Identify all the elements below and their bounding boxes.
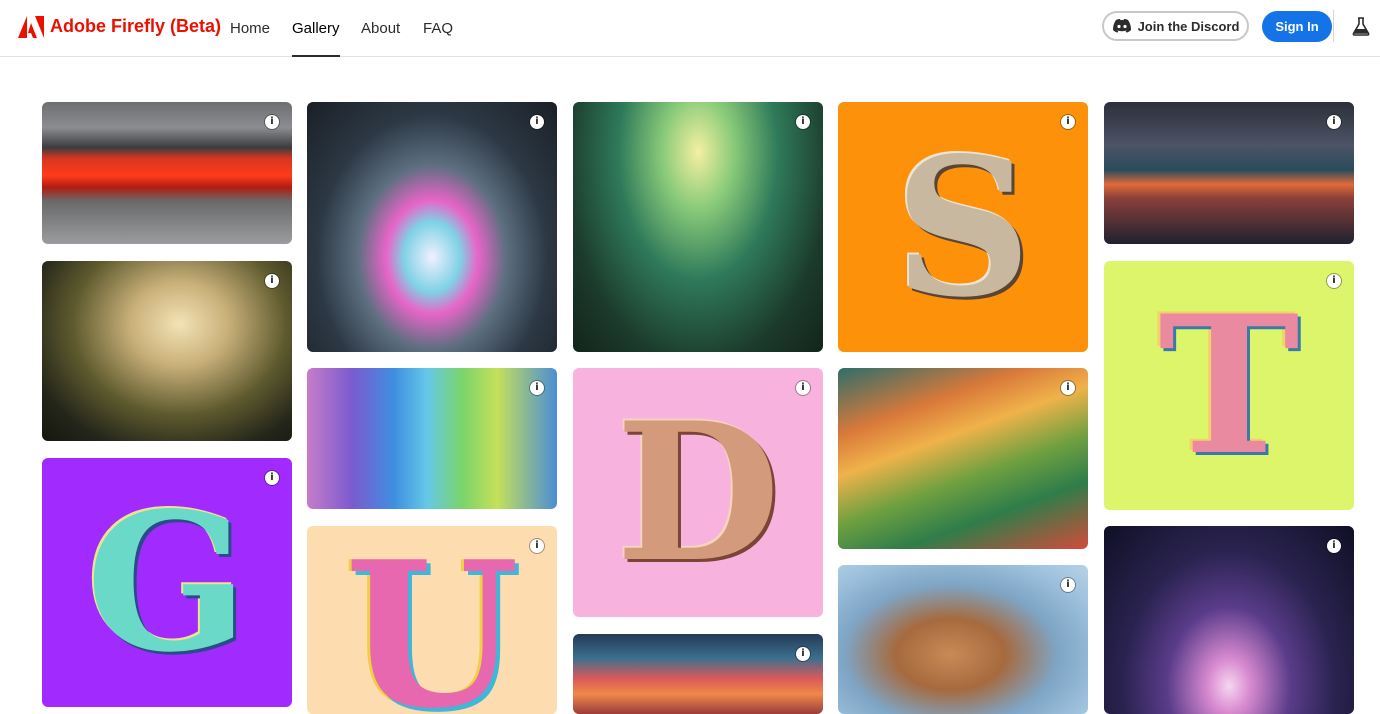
gallery-tile-jungle-flowers[interactable]: i (573, 102, 823, 352)
beaker-icon[interactable] (1352, 17, 1370, 36)
brand-title[interactable]: Adobe Firefly (Beta) (50, 16, 221, 37)
gallery-tile-retro-futuristic-city[interactable]: i (573, 634, 823, 714)
gallery-tile-letter-g-snakeskin[interactable]: G i (42, 458, 292, 707)
gallery-tile-night-lake-buildings[interactable]: i (1104, 102, 1354, 244)
letter-d-art: D (615, 381, 781, 604)
info-icon[interactable]: i (796, 647, 810, 661)
nav-faq[interactable]: FAQ (423, 20, 453, 58)
info-icon[interactable]: i (1327, 274, 1341, 288)
info-icon[interactable]: i (530, 381, 544, 395)
info-icon[interactable]: i (1327, 115, 1341, 129)
info-icon[interactable]: i (1061, 381, 1075, 395)
gallery-tile-letter-t-flowers[interactable]: T i (1104, 261, 1354, 510)
nav-gallery[interactable]: Gallery (292, 20, 340, 58)
info-icon[interactable]: i (530, 115, 544, 129)
nav-about[interactable]: About (361, 20, 400, 58)
gallery-tile-rainbow-owls[interactable]: i (307, 368, 557, 509)
gallery-tile-red-abstract-painting[interactable]: i (42, 102, 292, 244)
adobe-logo-icon[interactable] (18, 16, 44, 38)
gallery-tile-plants-window[interactable]: i (42, 261, 292, 441)
info-icon[interactable]: i (796, 115, 810, 129)
letter-g-art: G (85, 471, 249, 694)
gallery-tile-dog-guitar[interactable]: i (838, 565, 1088, 714)
gallery-tile-colorful-smoke-warehouse[interactable]: i (307, 102, 557, 352)
nav-home[interactable]: Home (230, 20, 270, 58)
info-icon[interactable]: i (265, 274, 279, 288)
gallery-tile-letter-d-balloon[interactable]: D i (573, 368, 823, 617)
gallery-tile-lowpoly-camping-tent[interactable]: i (838, 368, 1088, 549)
header-divider (1333, 10, 1334, 42)
info-icon[interactable]: i (530, 539, 544, 553)
info-icon[interactable]: i (796, 381, 810, 395)
info-icon[interactable]: i (1327, 539, 1341, 553)
letter-t-art: T (1158, 274, 1300, 497)
sign-in-button[interactable]: Sign In (1262, 11, 1332, 42)
letter-s-art: S (894, 115, 1032, 339)
gallery-tile-letter-u-fur[interactable]: U i (307, 526, 557, 714)
discord-icon (1112, 19, 1131, 33)
info-icon[interactable]: i (265, 115, 279, 129)
letter-u-art: U (344, 526, 520, 714)
gallery-tile-cosmic-lotus[interactable]: i (1104, 526, 1354, 714)
gallery-tile-letter-s-driftwood[interactable]: S i (838, 102, 1088, 352)
join-discord-label: Join the Discord (1137, 18, 1240, 34)
info-icon[interactable]: i (265, 471, 279, 485)
info-icon[interactable]: i (1061, 578, 1075, 592)
info-icon[interactable]: i (1061, 115, 1075, 129)
join-discord-button[interactable]: Join the Discord (1102, 11, 1249, 41)
top-nav-bar: Adobe Firefly (Beta) Home Gallery About … (0, 0, 1380, 57)
